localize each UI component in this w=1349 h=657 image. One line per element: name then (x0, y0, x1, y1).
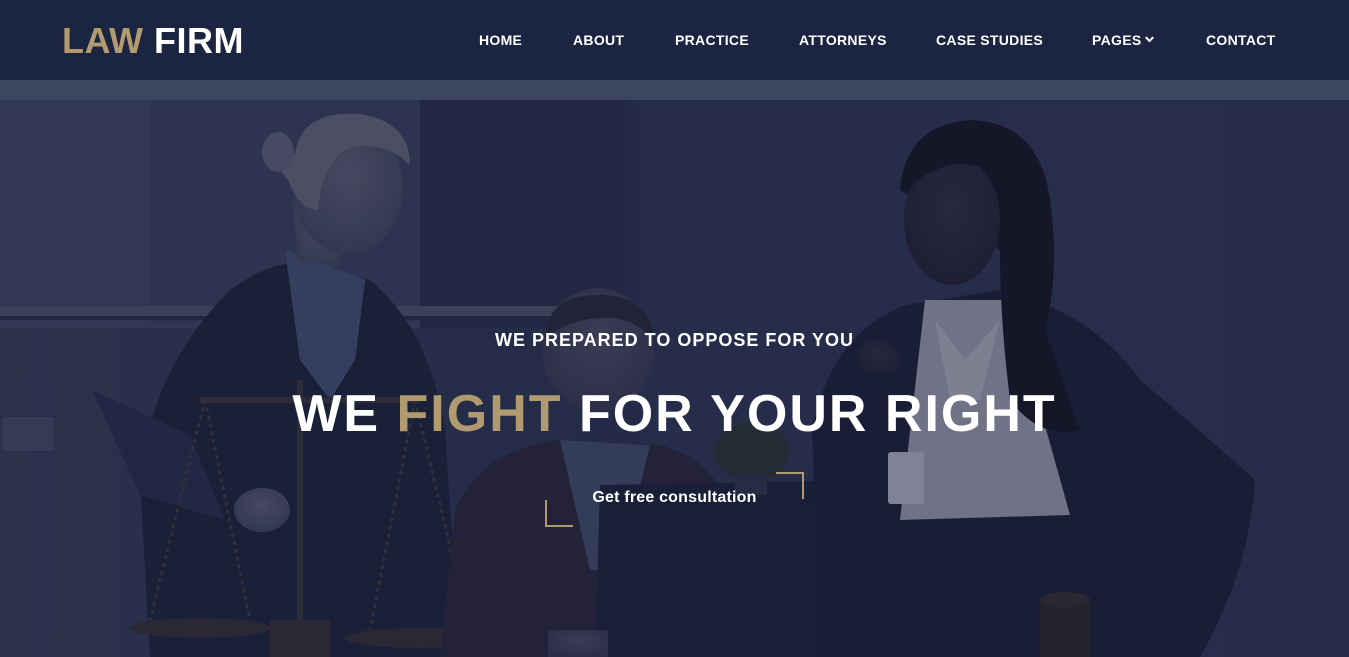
hero-title-part1: WE (292, 385, 381, 443)
nav-item-case-studies[interactable]: CASE STUDIES (936, 31, 1043, 49)
chevron-down-icon (1145, 36, 1155, 43)
nav-item-contact[interactable]: CONTACT (1206, 31, 1276, 49)
nav-item-about[interactable]: ABOUT (573, 31, 624, 49)
nav-item-practice[interactable]: PRACTICE (675, 31, 749, 49)
main-nav: HOME ABOUT PRACTICE ATTORNEYS CASE STUDI… (0, 0, 1349, 80)
hero-title-part2: FOR YOUR RIGHT (578, 385, 1057, 443)
site-header: LAW FIRM HOME ABOUT PRACTICE ATTORNEYS C… (0, 0, 1349, 80)
nav-item-pages-label: PAGES (1092, 32, 1142, 48)
hero-dark-overlay (0, 100, 1349, 657)
hero-title-accent: FIGHT (396, 385, 563, 443)
nav-item-home[interactable]: HOME (479, 31, 522, 49)
hero-eyebrow: WE PREPARED TO OPPOSE FOR YOU (494, 330, 855, 350)
nav-item-pages[interactable]: PAGES (1092, 31, 1155, 49)
hero-section: WE PREPARED TO OPPOSE FOR YOU WE FIGHT F… (0, 100, 1349, 657)
nav-item-attorneys[interactable]: ATTORNEYS (799, 31, 887, 49)
header-divider-bar (0, 80, 1349, 100)
cta-label: Get free consultation (592, 489, 757, 506)
hero-title: WE FIGHT FOR YOUR RIGHT (0, 384, 1349, 444)
get-consultation-button[interactable]: Get free consultation (545, 472, 804, 527)
